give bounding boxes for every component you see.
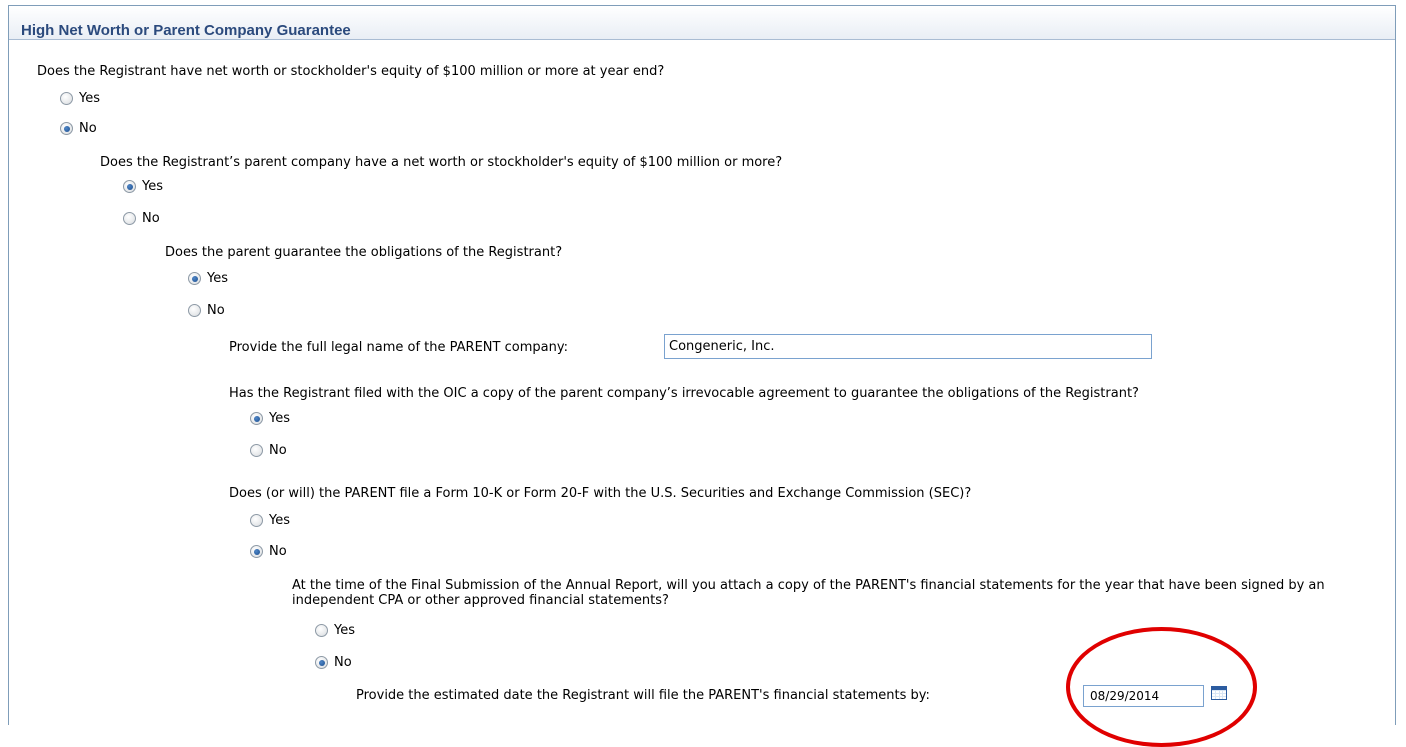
question-parent-net-worth: Does the Registrant’s parent company hav… [100,155,783,170]
q2-no-option[interactable]: No [123,211,160,226]
section-title: High Net Worth or Parent Company Guarant… [21,22,351,39]
parent-name-input[interactable] [664,334,1152,359]
q1-no-label: No [79,121,97,136]
q7-no-option[interactable]: No [315,655,352,670]
question-net-worth: Does the Registrant have net worth or st… [37,64,665,79]
q1-yes-label: Yes [79,91,100,106]
q7-no-label: No [334,655,352,670]
q1-yes-radio[interactable] [60,92,73,105]
q7-yes-radio[interactable] [315,624,328,637]
q1-no-option[interactable]: No [60,121,97,136]
q3-yes-option[interactable]: Yes [188,271,228,286]
q3-no-option[interactable]: No [188,303,225,318]
q3-no-label: No [207,303,225,318]
q7-no-radio[interactable] [315,656,328,669]
section-panel [8,5,1396,725]
q6-no-option[interactable]: No [250,544,287,559]
q3-yes-radio[interactable] [188,272,201,285]
q2-yes-option[interactable]: Yes [123,179,163,194]
q3-yes-label: Yes [207,271,228,286]
q2-no-label: No [142,211,160,226]
q1-yes-option[interactable]: Yes [60,91,100,106]
q7-yes-option[interactable]: Yes [315,623,355,638]
q5-no-label: No [269,443,287,458]
parent-name-label: Provide the full legal name of the PAREN… [229,340,568,355]
q6-yes-option[interactable]: Yes [250,513,290,528]
calendar-icon[interactable] [1211,686,1227,700]
question-oic-agreement: Has the Registrant filed with the OIC a … [229,386,1139,401]
q5-yes-radio[interactable] [250,412,263,425]
question-financial-statements: At the time of the Final Submission of t… [292,578,1325,608]
q6-yes-radio[interactable] [250,514,263,527]
question-parent-guarantee: Does the parent guarantee the obligation… [165,245,563,260]
q6-no-label: No [269,544,287,559]
q5-no-radio[interactable] [250,444,263,457]
q2-yes-label: Yes [142,179,163,194]
q5-yes-label: Yes [269,411,290,426]
q5-yes-option[interactable]: Yes [250,411,290,426]
q7-yes-label: Yes [334,623,355,638]
q2-yes-radio[interactable] [123,180,136,193]
q1-no-radio[interactable] [60,122,73,135]
q2-no-radio[interactable] [123,212,136,225]
estimated-date-input[interactable] [1083,685,1204,707]
q6-no-radio[interactable] [250,545,263,558]
section-header: High Net Worth or Parent Company Guarant… [9,6,1395,40]
q6-yes-label: Yes [269,513,290,528]
question-sec-filing: Does (or will) the PARENT file a Form 10… [229,486,972,501]
q3-no-radio[interactable] [188,304,201,317]
q5-no-option[interactable]: No [250,443,287,458]
estimated-date-label: Provide the estimated date the Registran… [356,688,930,703]
